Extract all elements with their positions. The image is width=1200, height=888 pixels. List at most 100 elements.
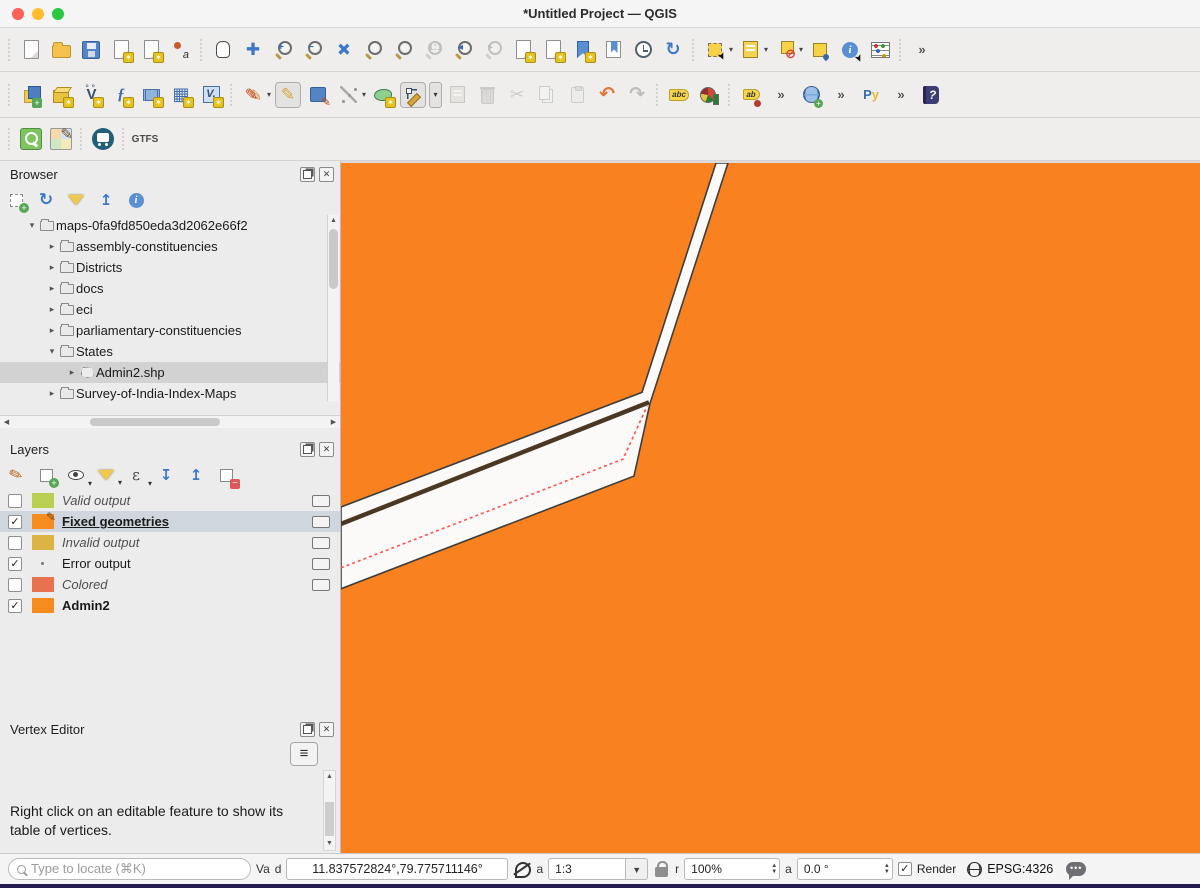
tree-expand-arrow[interactable]: ▸ <box>46 262 58 273</box>
browser-tree-item-admin2-shp[interactable]: ▸Admin2.shp <box>0 362 340 383</box>
locator-search-input[interactable]: Type to locate (⌘K) <box>8 858 251 880</box>
delete-selected[interactable] <box>473 81 501 109</box>
filter-legend[interactable] <box>96 465 116 485</box>
zoom-last[interactable]: ◂ <box>449 36 477 64</box>
statistical-summary[interactable] <box>866 36 894 64</box>
scroll-thumb[interactable] <box>90 418 220 426</box>
browser-vertical-scrollbar[interactable]: ▲ <box>327 215 339 401</box>
show-layout-manager[interactable]: ✶ <box>137 36 165 64</box>
new-print-layout[interactable]: ✶ <box>107 36 135 64</box>
scroll-thumb[interactable] <box>329 229 338 289</box>
browser-filter[interactable] <box>66 190 86 210</box>
metasearch[interactable] <box>797 81 825 109</box>
browser-tree-item-docs[interactable]: ▸docs <box>0 278 340 299</box>
browser-properties[interactable] <box>126 190 146 210</box>
undo[interactable]: ↶ <box>593 81 621 109</box>
layers-float-button[interactable] <box>300 442 315 457</box>
annotation-toolbar[interactable] <box>737 81 765 109</box>
vertex-editor-scrollbar[interactable]: ▲ ▼ <box>323 770 336 851</box>
select-features-by-value[interactable]: ▾ <box>736 36 769 64</box>
layer-row-invalid-output[interactable]: Invalid output <box>0 532 340 553</box>
tree-expand-arrow[interactable]: ▸ <box>46 241 58 252</box>
spinner-arrows[interactable]: ▲▼ <box>884 864 890 875</box>
new-gpx-layer[interactable]: ƒ✶ <box>107 81 135 109</box>
map-canvas[interactable] <box>341 161 1200 853</box>
save-project[interactable] <box>77 36 105 64</box>
tree-expand-arrow[interactable]: ▸ <box>46 388 58 399</box>
gtfs-plugin[interactable]: GTFS <box>131 125 159 153</box>
open-layer-styling[interactable]: ✎ <box>3 462 29 488</box>
manage-map-themes[interactable] <box>66 465 86 485</box>
show-spatial-bookmarks[interactable] <box>599 36 627 64</box>
transit-plugin[interactable] <box>89 125 117 153</box>
zoom-out[interactable]: − <box>299 36 327 64</box>
crs-status-button[interactable]: EPSG:4326 <box>987 862 1053 876</box>
zoom-next[interactable]: ▸ <box>479 36 507 64</box>
open-data-source-manager[interactable] <box>17 81 45 109</box>
layer-visibility-checkbox[interactable]: ✓ <box>8 599 22 613</box>
layer-row-valid-output[interactable]: Valid output <box>0 490 340 511</box>
zoom-to-selection[interactable] <box>359 36 387 64</box>
layer-row-fixed-geometries[interactable]: ✓✎Fixed geometries <box>0 511 340 532</box>
remove-layer[interactable] <box>216 465 236 485</box>
annotation-overflow[interactable]: » <box>767 81 795 109</box>
select-features-dropdown-arrow[interactable]: ▾ <box>729 45 733 54</box>
expand-all[interactable]: ↧ <box>156 465 176 485</box>
new-geopackage-layer[interactable]: ✶ <box>47 81 75 109</box>
browser-tree-item-maps-0fa9fd850eda3d2062e66f2[interactable]: ▾maps-0fa9fd850eda3d2062e66f2 <box>0 215 340 236</box>
digitize-with-segment-dropdown-arrow[interactable]: ▾ <box>362 90 366 99</box>
browser-horizontal-scrollbar[interactable]: ◀ ▶ <box>0 415 340 428</box>
layer-visibility-checkbox[interactable] <box>8 536 22 550</box>
layer-visibility-checkbox[interactable] <box>8 578 22 592</box>
plugins-overflow[interactable]: » <box>887 81 915 109</box>
layer-visibility-checkbox[interactable] <box>8 494 22 508</box>
deselect-features-dropdown-arrow[interactable]: ▾ <box>799 45 803 54</box>
messages-icon[interactable]: ••• <box>1066 862 1086 876</box>
layer-visibility-checkbox[interactable]: ✓ <box>8 515 22 529</box>
refresh-map[interactable]: ↻ <box>659 36 687 64</box>
add-group[interactable] <box>36 465 56 485</box>
tree-expand-arrow[interactable]: ▾ <box>26 220 38 231</box>
vertex-tool-dropdown-button[interactable]: ▾ <box>429 82 442 108</box>
layer-diagram[interactable] <box>695 81 723 109</box>
scale-dropdown-arrow[interactable]: ▼ <box>626 858 648 880</box>
select-features-by-value-dropdown-arrow[interactable]: ▾ <box>764 45 768 54</box>
current-edits[interactable]: ✎▾ <box>239 81 272 109</box>
layer-row-error-output[interactable]: ✓Error output <box>0 553 340 574</box>
scroll-up-arrow[interactable]: ▲ <box>328 215 339 227</box>
deselect-features[interactable]: ▾ <box>771 36 804 64</box>
zoom-to-layer[interactable] <box>389 36 417 64</box>
tree-expand-arrow[interactable]: ▸ <box>46 325 58 336</box>
filter-by-expression[interactable]: ε <box>126 465 146 485</box>
new-map-view[interactable]: ✶ <box>509 36 537 64</box>
coordinate-input[interactable]: 11.837572824°,79.775711146° <box>286 858 508 880</box>
layer-row-admin2[interactable]: ✓Admin2 <box>0 595 340 616</box>
browser-add-selected-layers[interactable] <box>6 190 26 210</box>
extents-toggle-icon[interactable] <box>513 860 531 878</box>
cut-features[interactable]: ✂ <box>503 81 531 109</box>
browser-collapse-all[interactable]: ↥ <box>96 190 116 210</box>
layer-labeling[interactable] <box>665 81 693 109</box>
layer-visibility-checkbox[interactable]: ✓ <box>8 557 22 571</box>
new-project[interactable] <box>17 36 45 64</box>
magnifier-spinbox[interactable]: 100% ▲▼ <box>684 858 780 880</box>
browser-close-button[interactable]: ✕ <box>319 167 334 182</box>
new-temporary-scratch-layer[interactable]: ✶ <box>137 81 165 109</box>
browser-tree-item-eci[interactable]: ▸eci <box>0 299 340 320</box>
zoom-native[interactable]: 1:1 <box>419 36 447 64</box>
toggle-editing[interactable]: ✎ <box>274 81 302 109</box>
current-edits-dropdown-arrow[interactable]: ▾ <box>267 90 271 99</box>
select-features[interactable]: ▾ <box>701 36 734 64</box>
zoom-in[interactable]: + <box>269 36 297 64</box>
tree-expand-arrow[interactable]: ▸ <box>66 367 78 378</box>
layers-close-button[interactable]: ✕ <box>319 442 334 457</box>
new-shapefile-layer[interactable]: V✶ <box>77 81 105 109</box>
web-overflow[interactable]: » <box>827 81 855 109</box>
browser-float-button[interactable] <box>300 167 315 182</box>
identify-features[interactable] <box>836 36 864 64</box>
vertex-editor-close-button[interactable]: ✕ <box>319 722 334 737</box>
browser-tree-item-parliamentary-constituencies[interactable]: ▸parliamentary-constituencies <box>0 320 340 341</box>
pan-map-to-selection[interactable]: ✚ <box>239 36 267 64</box>
browser-refresh[interactable]: ↻ <box>36 190 56 210</box>
new-3d-map-view[interactable]: ✶ <box>539 36 567 64</box>
